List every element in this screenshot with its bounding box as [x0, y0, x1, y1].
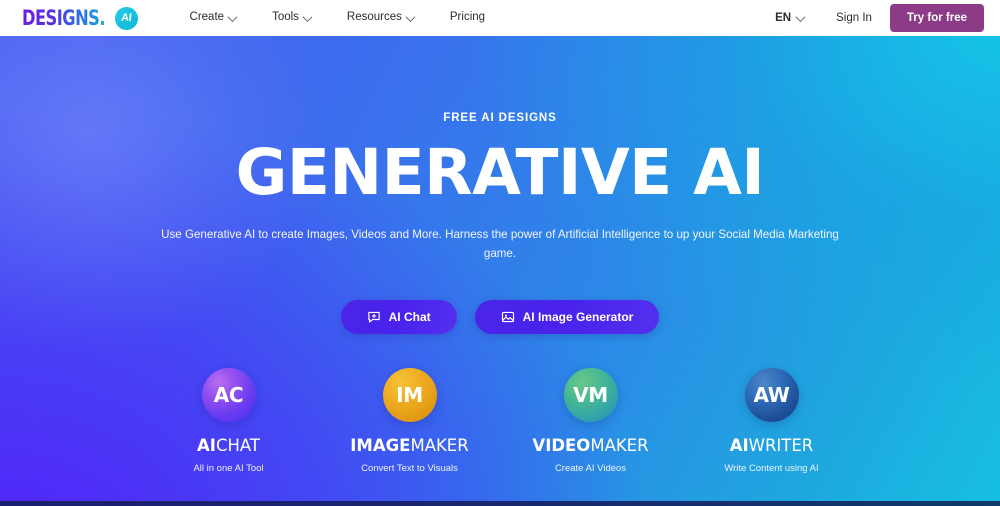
- ai-image-generator-button-label: AI Image Generator: [522, 310, 634, 324]
- feature-list: AC AICHAT All in one AI Tool IM IMAGEMAK…: [0, 368, 1000, 473]
- feature-title: AIWRITER: [729, 436, 814, 455]
- image-picture-icon: [501, 310, 515, 324]
- nav-label: Create: [189, 11, 225, 24]
- chat-plus-icon: [367, 310, 381, 324]
- feature-title: IMAGEMAKER: [350, 436, 469, 455]
- hero-content: FREE AI DESIGNS GENERATIVE AI Use Genera…: [0, 36, 1000, 506]
- feature-title-rest: WRITER: [748, 436, 814, 455]
- feature-title-rest: MAKER: [590, 436, 649, 455]
- logo-ai-badge-text: AI: [120, 11, 132, 24]
- nav-label: Tools: [272, 11, 299, 24]
- feature-title-rest: MAKER: [410, 436, 469, 455]
- feature-initials: AC: [213, 383, 244, 407]
- nav-item-create[interactable]: Create: [172, 11, 255, 24]
- feature-subtitle: Write Content using AI: [724, 462, 819, 474]
- feature-ai-writer[interactable]: AW AIWRITER Write Content using AI: [681, 368, 862, 473]
- chevron-down-icon: [302, 11, 313, 22]
- feature-title-bold: AI: [729, 436, 749, 455]
- designs-ai-logo[interactable]: DESIGNS. AI: [22, 0, 138, 36]
- feature-avatar-im: IM: [382, 368, 437, 422]
- try-for-free-button[interactable]: Try for free: [889, 4, 984, 32]
- nav-label: Pricing: [449, 11, 486, 24]
- feature-initials: IM: [396, 383, 423, 407]
- feature-initials: VM: [573, 383, 608, 407]
- ai-chat-button[interactable]: AI Chat: [340, 300, 457, 334]
- feature-image-maker[interactable]: IM IMAGEMAKER Convert Text to Visuals: [319, 368, 500, 473]
- feature-title-bold: IMAGE: [350, 436, 411, 455]
- hero-eyebrow: FREE AI DESIGNS: [443, 112, 557, 124]
- nav-label: Resources: [346, 11, 402, 24]
- feature-avatar-ac: AC: [201, 368, 256, 422]
- language-label: EN: [775, 12, 792, 24]
- feature-ai-chat[interactable]: AC AICHAT All in one AI Tool: [138, 368, 319, 473]
- feature-title-bold: AI: [197, 436, 216, 455]
- main-navigation: Create Tools Resources Pricing: [172, 11, 504, 24]
- ai-image-generator-button[interactable]: AI Image Generator: [474, 300, 660, 334]
- feature-subtitle: All in one AI Tool: [193, 462, 264, 474]
- chevron-down-icon: [795, 11, 806, 22]
- logo-wordmark: DESIGNS.: [22, 5, 106, 30]
- feature-title-bold: VIDEO: [532, 436, 591, 455]
- feature-video-maker[interactable]: VM VIDEOMAKER Create AI Videos: [500, 368, 681, 473]
- hero-section: FREE AI DESIGNS GENERATIVE AI Use Genera…: [0, 36, 1000, 506]
- language-selector[interactable]: EN: [761, 11, 818, 24]
- page-title: GENERATIVE AI: [235, 136, 765, 209]
- ai-chat-button-label: AI Chat: [388, 310, 431, 324]
- feature-initials: AW: [753, 383, 790, 407]
- hero-subtitle: Use Generative AI to create Images, Vide…: [161, 228, 839, 260]
- site-header: DESIGNS. AI Create Tools Resources Prici…: [0, 0, 1000, 36]
- nav-item-tools[interactable]: Tools: [254, 11, 329, 24]
- nav-item-resources[interactable]: Resources: [329, 11, 432, 24]
- page-root: DESIGNS. AI Create Tools Resources Prici…: [0, 0, 1000, 506]
- nav-item-pricing[interactable]: Pricing: [432, 12, 503, 24]
- feature-title: AICHAT: [197, 436, 260, 455]
- feature-subtitle: Convert Text to Visuals: [361, 462, 458, 474]
- chevron-down-icon: [405, 11, 416, 22]
- sign-in-link[interactable]: Sign In: [818, 12, 890, 24]
- feature-title: VIDEOMAKER: [532, 436, 649, 455]
- hero-cta-row: AI Chat AI Image Generator: [0, 300, 1000, 334]
- logo-ai-badge-icon: AI: [114, 6, 138, 30]
- header-actions: EN Sign In Try for free: [761, 4, 984, 32]
- feature-subtitle: Create AI Videos: [554, 462, 627, 474]
- feature-title-rest: CHAT: [215, 436, 260, 455]
- feature-avatar-vm: VM: [563, 368, 618, 422]
- feature-avatar-aw: AW: [744, 368, 799, 422]
- chevron-down-icon: [227, 11, 238, 22]
